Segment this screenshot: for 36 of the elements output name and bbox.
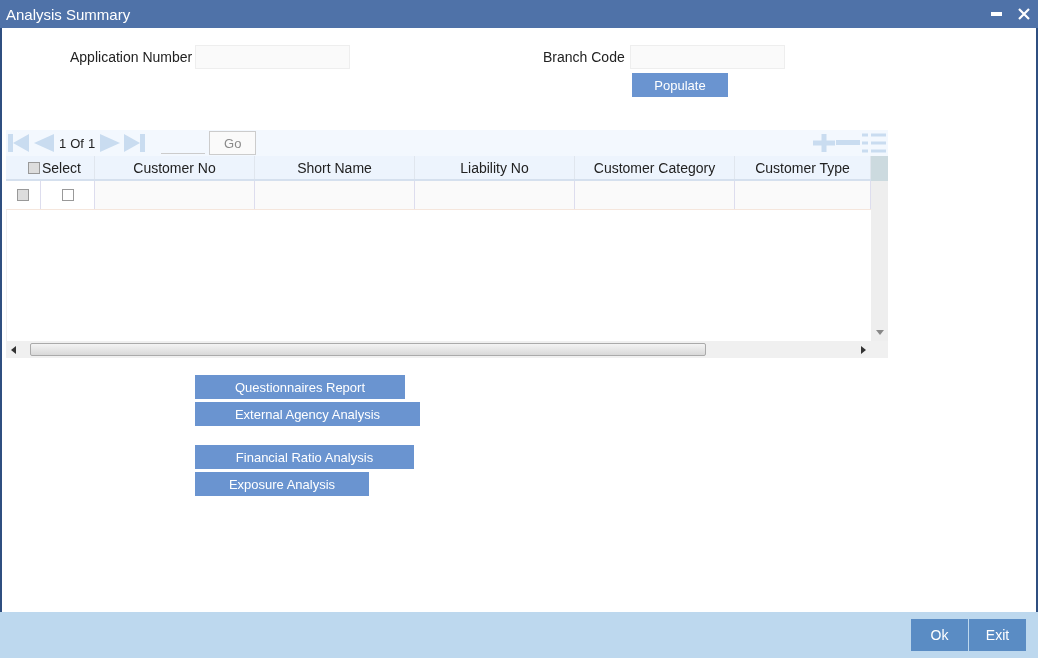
row-checkbox[interactable] (17, 189, 29, 201)
scroll-thumb[interactable] (30, 343, 706, 356)
close-icon[interactable] (1018, 8, 1030, 20)
analysis-button[interactable]: Financial Ratio Analysis (195, 445, 414, 469)
field-label: Branch Code (543, 49, 626, 65)
next-page-icon[interactable] (99, 133, 122, 153)
select-all-checkbox[interactable] (28, 161, 40, 174)
horizontal-scrollbar[interactable] (6, 341, 888, 358)
last-page-icon[interactable] (123, 133, 146, 153)
vertical-scrollbar[interactable] (871, 156, 888, 341)
analysis-button[interactable]: Questionnaires Report (195, 375, 405, 399)
scroll-left-icon[interactable] (11, 345, 16, 354)
list-icon[interactable] (862, 133, 886, 153)
first-page-icon[interactable] (8, 133, 30, 153)
analysis-button[interactable]: External Agency Analysis (195, 402, 420, 426)
scroll-down-icon[interactable] (875, 330, 884, 335)
page-total: 1 (87, 135, 96, 151)
column-header: Liability No (415, 156, 575, 179)
column-header: Customer Category (575, 156, 735, 179)
select-checkbox[interactable] (61, 189, 74, 201)
footer-button[interactable]: Exit (969, 619, 1026, 651)
minimize-icon[interactable] (991, 12, 1002, 16)
page-of: Of (70, 135, 84, 151)
previous-page-icon[interactable] (33, 133, 55, 153)
page-number: 1 (59, 135, 67, 151)
column-header: Customer No (95, 156, 255, 179)
analysis-button[interactable]: Exposure Analysis (195, 472, 369, 496)
populate-button[interactable]: Populate (632, 73, 728, 97)
delete-row-icon[interactable] (836, 140, 860, 146)
footer-button[interactable]: Ok (911, 619, 968, 651)
column-header: Select (42, 159, 81, 176)
field-label: Application Number (70, 49, 194, 65)
column-header: Short Name (255, 156, 415, 179)
scroll-right-icon[interactable] (861, 345, 866, 354)
window-title: Analysis Summary (6, 5, 132, 23)
add-row-icon[interactable] (812, 133, 836, 153)
